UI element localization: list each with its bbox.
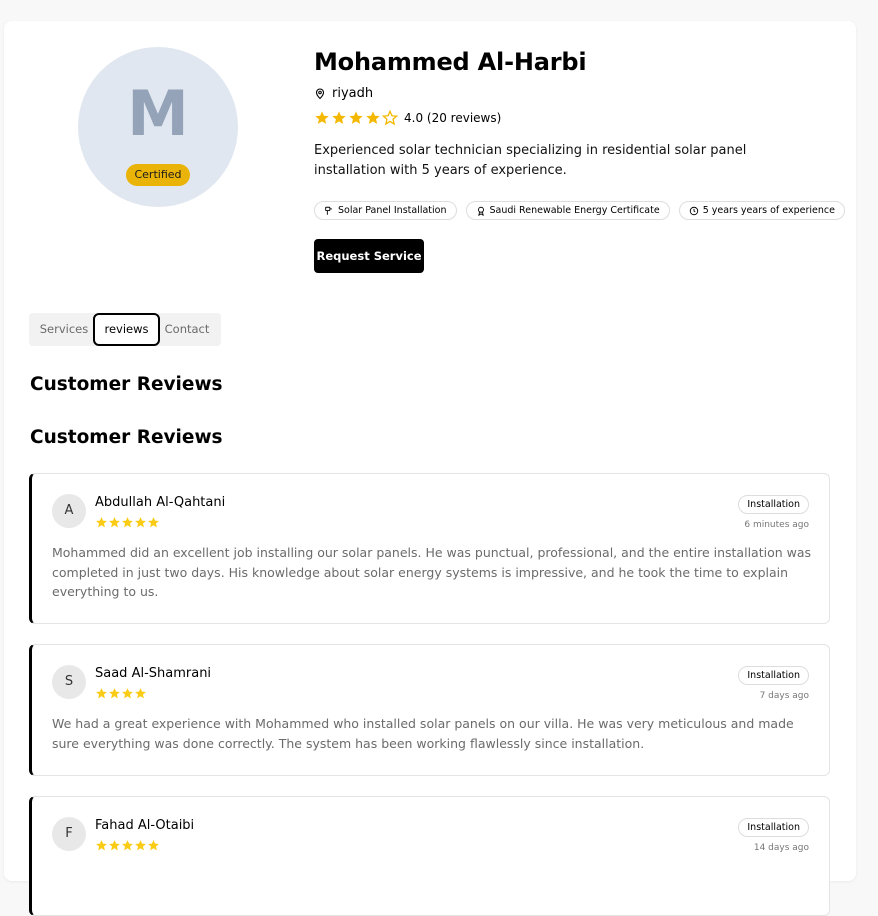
profile-card: M Certified Mohammed Al-Harbi riyadh 4.0… (4, 21, 856, 916)
reviewer-name: Fahad Al-Otaibi (95, 818, 195, 833)
reviewer-name: Abdullah Al-Qahtani (95, 495, 226, 510)
star-filled-icon (349, 111, 363, 124)
chip-experience: 5 years years of experience (678, 201, 845, 220)
service-tag: Installation (738, 495, 809, 514)
tab-services[interactable]: Services (29, 313, 99, 346)
location: riyadh (314, 86, 373, 101)
tab-contact[interactable]: Contact (159, 313, 215, 346)
review-stars (95, 516, 160, 529)
tool-icon (325, 206, 332, 215)
request-service-button[interactable]: Request Service (314, 239, 424, 273)
certified-badge: Certified (126, 164, 190, 186)
star-filled-icon (148, 517, 159, 528)
star-filled-icon (135, 688, 146, 699)
star-filled-icon (109, 840, 120, 851)
star-filled-icon (366, 111, 380, 124)
avatar-initial: M (127, 77, 189, 150)
star-empty-icon (382, 110, 398, 126)
rating-stars (314, 110, 398, 126)
chip-skill: Solar Panel Installation (314, 201, 457, 220)
reviewer-avatar: S (52, 665, 86, 699)
bio: Experienced solar technician specializin… (314, 143, 747, 178)
star-filled-icon (96, 688, 107, 699)
review-time: 7 days ago (759, 691, 809, 701)
tab-reviews[interactable]: reviews (93, 313, 160, 346)
star-filled-icon (96, 840, 107, 851)
star-filled-icon (135, 517, 146, 528)
review-stars (95, 687, 147, 700)
service-tag: Installation (738, 818, 809, 837)
rating-star (382, 110, 398, 126)
review-text: We had a great experience with Mohammed … (52, 716, 794, 751)
technician-name: Mohammed Al-Harbi (314, 48, 587, 76)
rating: 4.0 (20 reviews) (314, 110, 501, 126)
star-filled-icon (122, 688, 133, 699)
rating-star (314, 110, 330, 126)
review-text: Mohammed did an excellent job installing… (52, 545, 812, 599)
section-heading: Customer Reviews (30, 374, 223, 395)
qualification-chips: Solar Panel Installation Saudi Renewable… (314, 201, 845, 220)
review-stars (95, 839, 160, 852)
chip-certificate: Saudi Renewable Energy Certificate (465, 201, 670, 220)
review-card: F Fahad Al-Otaibi Installation 14 days a… (29, 796, 830, 916)
star-filled-icon (315, 111, 329, 124)
rating-text: 4.0 (20 reviews) (404, 111, 502, 125)
chip-label: 5 years years of experience (702, 205, 835, 216)
rating-star (365, 110, 381, 126)
reviewer-name: Saad Al-Shamrani (95, 666, 212, 681)
avatar: M Certified (78, 47, 238, 207)
star-filled-icon (148, 840, 159, 851)
review-time: 6 minutes ago (744, 520, 809, 530)
reviews-heading: Customer Reviews (30, 427, 223, 448)
review-card: A Abdullah Al-Qahtani Installation 6 min… (29, 473, 830, 624)
rating-star (331, 110, 347, 126)
reviewer-avatar: A (52, 494, 86, 528)
clock-icon (689, 206, 698, 215)
star-filled-icon (122, 840, 133, 851)
reviewer-avatar: F (52, 817, 86, 851)
review-card: S Saad Al-Shamrani Installation 7 days a… (29, 644, 830, 776)
service-tag: Installation (738, 666, 809, 685)
map-pin-icon (315, 88, 325, 100)
award-icon (477, 206, 484, 216)
star-filled-icon (122, 517, 133, 528)
location-text: riyadh (332, 86, 374, 101)
star-filled-icon (109, 517, 120, 528)
star-filled-icon (135, 840, 146, 851)
star-filled-icon (96, 517, 107, 528)
star-filled-icon (109, 688, 120, 699)
tab-bar: Services Contact reviews (29, 313, 221, 346)
chip-label: Saudi Renewable Energy Certificate (489, 205, 660, 216)
chip-label: Solar Panel Installation (338, 205, 447, 216)
rating-star (348, 110, 364, 126)
star-filled-icon (332, 111, 346, 124)
